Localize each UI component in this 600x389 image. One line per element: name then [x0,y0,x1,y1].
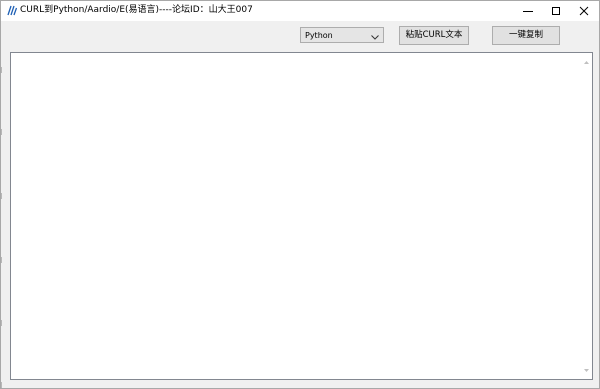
copy-all-button[interactable]: 一键复制 [492,26,560,45]
title-bar[interactable]: CURL到Python/Aardio/E(易语言)----论坛ID：山大王007 [1,1,599,21]
close-icon [579,6,589,16]
output-text-area[interactable] [10,52,593,380]
minimize-button[interactable] [514,1,542,21]
language-select-value: Python [305,31,333,40]
paste-curl-button[interactable]: 粘贴CURL文本 [399,26,469,45]
app-icon [6,5,18,16]
minimize-icon [523,6,533,16]
chevron-down-icon [371,33,379,43]
window-title: CURL到Python/Aardio/E(易语言)----论坛ID：山大王007 [20,5,253,15]
scroll-down-icon[interactable] [584,365,589,375]
scroll-up-icon[interactable] [584,57,589,67]
close-button[interactable] [570,1,598,21]
app-window: CURL到Python/Aardio/E(易语言)----论坛ID：山大王007… [0,0,600,389]
maximize-button[interactable] [542,1,570,21]
vertical-scrollbar[interactable] [581,53,592,379]
maximize-icon [551,6,561,16]
language-select[interactable]: Python [300,27,384,43]
